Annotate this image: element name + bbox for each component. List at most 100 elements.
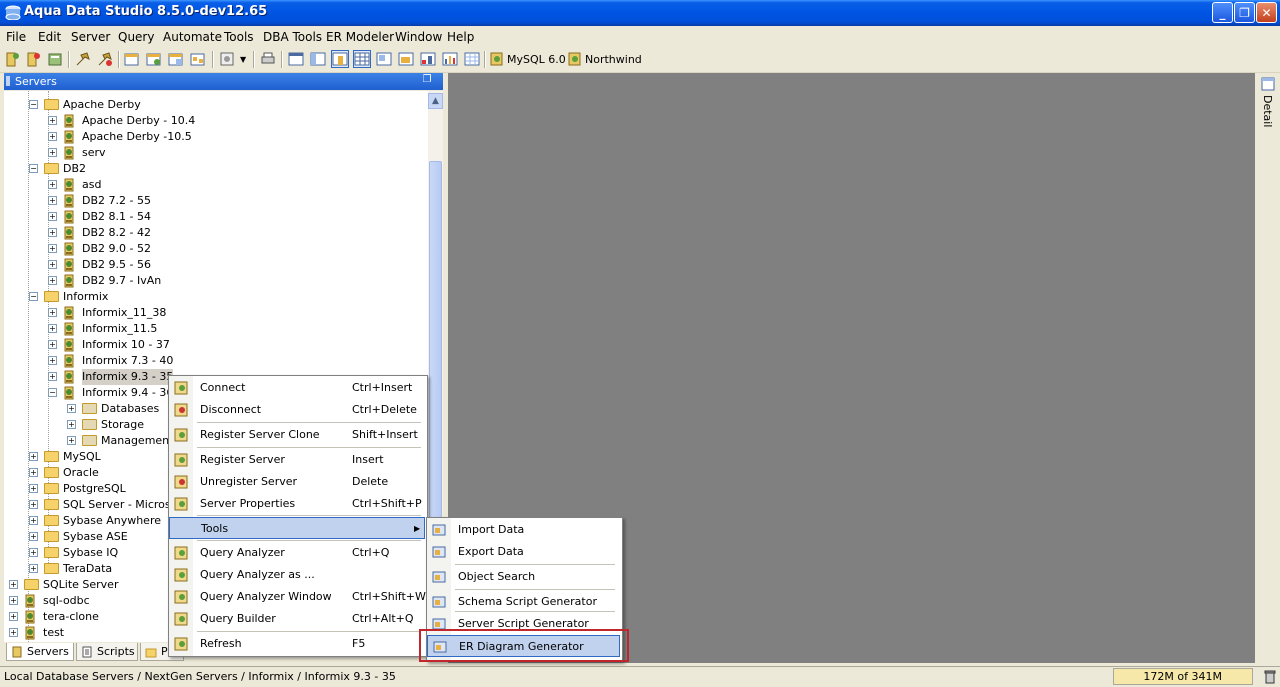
- menu-query[interactable]: Query: [118, 30, 154, 44]
- query-analyzer-as-icon[interactable]: [146, 51, 162, 67]
- expand-toggle-icon[interactable]: +: [48, 308, 57, 317]
- minimize-button[interactable]: _: [1212, 2, 1233, 23]
- tree-folder-node[interactable]: − Informix: [4, 289, 428, 305]
- menu-item-tools[interactable]: Tools ▶: [169, 517, 425, 539]
- menu-item-query-analyzer-as[interactable]: Query Analyzer as ...: [169, 564, 425, 586]
- tree-server-node[interactable]: + DB2 9.5 - 56: [4, 257, 428, 273]
- expand-toggle-icon[interactable]: +: [9, 612, 18, 621]
- expand-toggle-icon[interactable]: +: [48, 228, 57, 237]
- expand-toggle-icon[interactable]: +: [9, 596, 18, 605]
- query-analyzer-icon[interactable]: [124, 51, 140, 67]
- scroll-up-arrow-icon[interactable]: ▲: [428, 93, 443, 109]
- expand-toggle-icon[interactable]: −: [29, 164, 38, 173]
- mysql-connection-icon[interactable]: [489, 51, 505, 67]
- expand-toggle-icon[interactable]: +: [9, 580, 18, 589]
- trash-icon[interactable]: [1263, 669, 1277, 684]
- submenu-item-object-search[interactable]: Object Search: [427, 566, 620, 588]
- menu-item-register-server[interactable]: Register Server Insert: [169, 449, 425, 471]
- query-window-icon[interactable]: [168, 51, 184, 67]
- mysql-connection-label[interactable]: MySQL 6.0: [507, 53, 566, 66]
- expand-toggle-icon[interactable]: +: [67, 420, 76, 429]
- menu-server[interactable]: Server: [71, 30, 110, 44]
- tab-servers[interactable]: Servers: [6, 643, 74, 661]
- tree-server-node[interactable]: + DB2 7.2 - 55: [4, 193, 428, 209]
- expand-toggle-icon[interactable]: +: [48, 196, 57, 205]
- tree-server-node[interactable]: + DB2 8.2 - 42: [4, 225, 428, 241]
- detail-icon[interactable]: [1261, 77, 1275, 91]
- submenu-item-export-data[interactable]: Export Data: [427, 541, 620, 563]
- expand-toggle-icon[interactable]: +: [67, 436, 76, 445]
- northwind-connection-label[interactable]: Northwind: [585, 53, 642, 66]
- expand-toggle-icon[interactable]: +: [48, 372, 57, 381]
- menu-automate[interactable]: Automate: [163, 30, 222, 44]
- dropdown-arrow-icon[interactable]: ▼: [240, 55, 246, 64]
- tab-scripts[interactable]: Scripts: [76, 643, 138, 661]
- submenu-item-import-data[interactable]: Import Data: [427, 519, 620, 541]
- maximize-button[interactable]: ❐: [1234, 2, 1255, 23]
- submenu-item-schema-script-generator[interactable]: Schema Script Generator: [427, 591, 620, 613]
- tree-server-node[interactable]: + serv: [4, 145, 428, 161]
- menu-item-server-properties[interactable]: Server Properties Ctrl+Shift+P: [169, 493, 425, 515]
- expand-toggle-icon[interactable]: −: [48, 388, 57, 397]
- layout-1-icon[interactable]: [288, 51, 304, 67]
- layout-7-icon[interactable]: [420, 51, 436, 67]
- expand-toggle-icon[interactable]: +: [48, 356, 57, 365]
- connect-icon[interactable]: [75, 51, 91, 67]
- expand-toggle-icon[interactable]: +: [29, 516, 38, 525]
- tree-server-node[interactable]: + Informix 7.3 - 40: [4, 353, 428, 369]
- close-button[interactable]: ✕: [1256, 2, 1277, 23]
- automation-icon[interactable]: [219, 51, 235, 67]
- expand-toggle-icon[interactable]: +: [29, 484, 38, 493]
- expand-toggle-icon[interactable]: +: [48, 132, 57, 141]
- expand-toggle-icon[interactable]: +: [67, 404, 76, 413]
- layout-2-icon[interactable]: [310, 51, 326, 67]
- menu-help[interactable]: Help: [447, 30, 474, 44]
- expand-toggle-icon[interactable]: +: [29, 548, 38, 557]
- tree-server-node[interactable]: + Apache Derby -10.5: [4, 129, 428, 145]
- menu-er-modeler[interactable]: ER Modeler: [326, 30, 394, 44]
- expand-toggle-icon[interactable]: −: [29, 100, 38, 109]
- menu-edit[interactable]: Edit: [38, 30, 61, 44]
- tree-server-node[interactable]: + asd: [4, 177, 428, 193]
- tree-server-node[interactable]: + Informix_11.5: [4, 321, 428, 337]
- expand-toggle-icon[interactable]: +: [48, 276, 57, 285]
- detail-tab[interactable]: Detail: [1261, 95, 1274, 127]
- expand-toggle-icon[interactable]: +: [29, 452, 38, 461]
- menu-dba-tools[interactable]: DBA Tools: [263, 30, 322, 44]
- menu-tools[interactable]: Tools: [224, 30, 254, 44]
- menu-item-query-analyzer-window[interactable]: Query Analyzer Window Ctrl+Shift+W: [169, 586, 426, 608]
- expand-toggle-icon[interactable]: +: [48, 116, 57, 125]
- menu-item-refresh[interactable]: Refresh F5: [169, 633, 425, 655]
- expand-toggle-icon[interactable]: +: [48, 260, 57, 269]
- expand-toggle-icon[interactable]: +: [29, 468, 38, 477]
- disconnect-icon[interactable]: [97, 51, 113, 67]
- menu-item-disconnect[interactable]: Disconnect Ctrl+Delete: [169, 399, 425, 421]
- restore-panel-icon[interactable]: ❐: [420, 74, 434, 88]
- menu-window[interactable]: Window: [395, 30, 442, 44]
- tree-server-node[interactable]: + Informix 10 - 37: [4, 337, 428, 353]
- print-icon[interactable]: [260, 51, 276, 67]
- expand-toggle-icon[interactable]: +: [48, 340, 57, 349]
- menu-item-query-builder[interactable]: Query Builder Ctrl+Alt+Q: [169, 608, 425, 630]
- register-server-icon[interactable]: [4, 51, 20, 67]
- expand-toggle-icon[interactable]: −: [29, 292, 38, 301]
- layout-3-icon[interactable]: [331, 50, 349, 68]
- expand-toggle-icon[interactable]: +: [9, 628, 18, 637]
- expand-toggle-icon[interactable]: +: [48, 212, 57, 221]
- northwind-connection-icon[interactable]: [567, 51, 583, 67]
- tree-server-node[interactable]: + DB2 9.7 - IvAn: [4, 273, 428, 289]
- menu-item-query-analyzer[interactable]: Query Analyzer Ctrl+Q: [169, 542, 425, 564]
- expand-toggle-icon[interactable]: +: [29, 564, 38, 573]
- tree-folder-node[interactable]: − DB2: [4, 161, 428, 177]
- chart-icon[interactable]: [442, 51, 458, 67]
- tree-server-node[interactable]: + Informix_11_38: [4, 305, 428, 321]
- grid-icon[interactable]: [353, 50, 371, 68]
- expand-toggle-icon[interactable]: +: [48, 180, 57, 189]
- layout-5-icon[interactable]: [376, 51, 392, 67]
- menu-file[interactable]: File: [6, 30, 26, 44]
- table-icon[interactable]: [464, 51, 480, 67]
- tree-server-node[interactable]: + DB2 9.0 - 52: [4, 241, 428, 257]
- expand-toggle-icon[interactable]: +: [29, 500, 38, 509]
- expand-toggle-icon[interactable]: +: [29, 532, 38, 541]
- menu-item-connect[interactable]: Connect Ctrl+Insert: [169, 377, 425, 399]
